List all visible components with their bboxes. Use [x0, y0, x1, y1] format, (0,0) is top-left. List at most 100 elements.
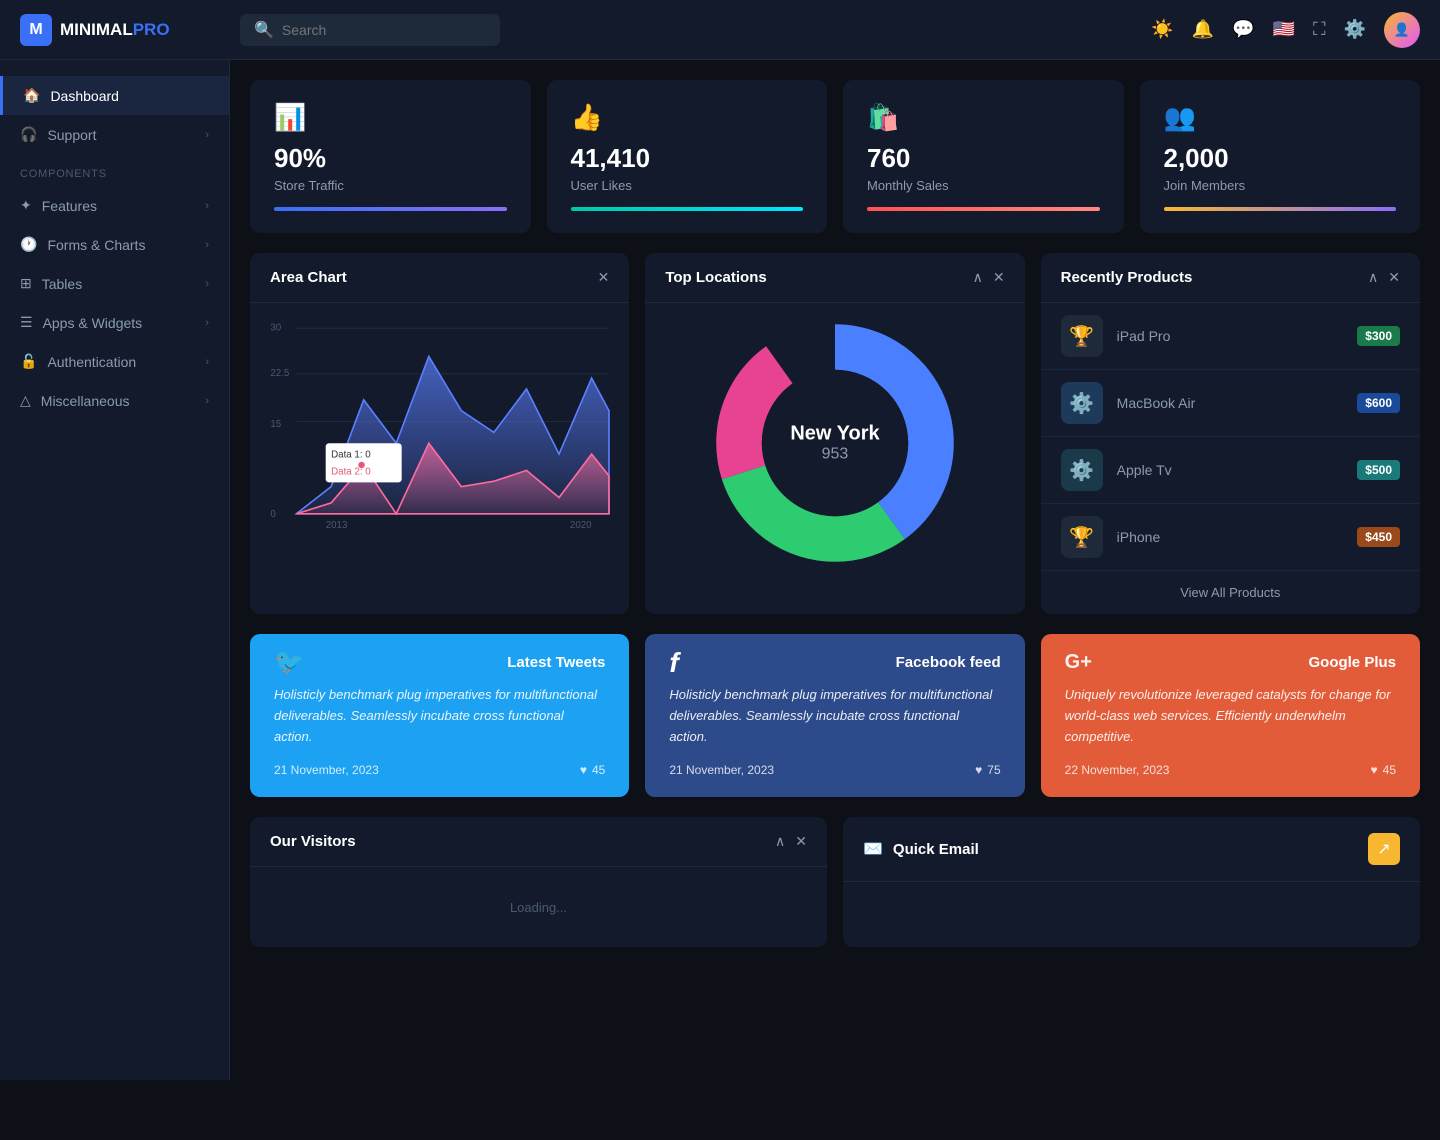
sidebar-item-features[interactable]: ✦ Features ›	[0, 186, 229, 225]
product-price-appletv: $500	[1357, 460, 1400, 480]
stat-card-likes: 👍 41,410 User Likes	[547, 80, 828, 233]
chevron-icon: ›	[205, 239, 209, 251]
heart-icon: ♥	[580, 763, 587, 777]
top-locations-header: Top Locations ∧ ✕	[645, 253, 1024, 303]
sales-icon: 🛍️	[867, 102, 1100, 133]
twitter-date: 21 November, 2023	[274, 763, 379, 777]
facebook-card: f Facebook feed Holisticly benchmark plu…	[645, 634, 1024, 797]
logo-icon: M	[20, 14, 52, 46]
product-img-iphone: 🏆	[1061, 516, 1103, 558]
likes-label: User Likes	[571, 178, 804, 193]
area-chart-header: Area Chart ✕	[250, 253, 629, 303]
products-collapse-btn[interactable]: ∧	[1368, 269, 1378, 286]
product-price-ipad: $300	[1357, 326, 1400, 346]
twitter-likes: ♥ 45	[580, 763, 605, 777]
sidebar-item-authentication[interactable]: 🔓 Authentication ›	[0, 342, 229, 381]
svg-text:Data 2: 0: Data 2: 0	[331, 467, 371, 478]
list-item: ⚙️ MacBook Air $600	[1041, 370, 1420, 437]
google-logo-icon: G+	[1065, 651, 1092, 674]
heart-icon: ♥	[975, 763, 982, 777]
sidebar-components-section: Components	[0, 154, 229, 186]
product-price-macbook: $600	[1357, 393, 1400, 413]
product-img-macbook: ⚙️	[1061, 382, 1103, 424]
envelope-icon: ✉️	[863, 839, 883, 859]
pie-label: New York 953	[790, 423, 879, 464]
avatar[interactable]: 👤	[1384, 12, 1420, 48]
svg-text:2013: 2013	[326, 520, 348, 530]
twitter-logo-icon: 🐦	[274, 648, 304, 677]
stat-card-members: 👥 2,000 Join Members	[1140, 80, 1421, 233]
svg-text:15: 15	[270, 419, 281, 430]
tables-icon: ⊞	[20, 275, 32, 292]
google-header: G+ Google Plus	[1065, 654, 1396, 671]
sidebar-dashboard-label: Dashboard	[50, 88, 119, 104]
sidebar-forms-label: Forms & Charts	[47, 237, 145, 253]
likes-value: 41,410	[571, 143, 804, 174]
search-input[interactable]	[282, 22, 486, 38]
twitter-likes-count: 45	[592, 763, 605, 777]
svg-text:0: 0	[270, 509, 276, 520]
sidebar-item-tables[interactable]: ⊞ Tables ›	[0, 264, 229, 303]
facebook-text: Holisticly benchmark plug imperatives fo…	[669, 685, 1000, 747]
chat-icon[interactable]: 💬	[1232, 19, 1254, 40]
layout: 🏠 Dashboard 🎧 Support › Components ✦ Fea…	[0, 60, 1440, 1080]
top-locations-controls: ∧ ✕	[973, 269, 1005, 286]
likes-icon: 👍	[571, 102, 804, 133]
top-locations-card: Top Locations ∧ ✕	[645, 253, 1024, 614]
list-item: 🏆 iPhone $450	[1041, 504, 1420, 571]
sidebar-item-miscellaneous[interactable]: △ Miscellaneous ›	[0, 381, 229, 420]
search-icon: 🔍	[254, 20, 274, 40]
pie-value: 953	[790, 446, 879, 464]
fullscreen-icon[interactable]: ⛶	[1313, 19, 1326, 40]
area-chart-svg: 30 22.5 15 0	[266, 313, 613, 530]
recently-products-title: Recently Products	[1061, 269, 1193, 286]
view-all-products-btn[interactable]: View All Products	[1041, 571, 1420, 614]
visitors-collapse-btn[interactable]: ∧	[775, 833, 785, 850]
product-name-ipad: iPad Pro	[1117, 328, 1344, 344]
recently-products-header: Recently Products ∧ ✕	[1041, 253, 1420, 303]
logo-text: MINIMALPRO	[60, 20, 170, 40]
svg-text:22.5: 22.5	[270, 368, 290, 379]
facebook-footer: 21 November, 2023 ♥ 75	[669, 763, 1000, 777]
sidebar-item-apps-widgets[interactable]: ☰ Apps & Widgets ›	[0, 303, 229, 342]
products-close-btn[interactable]: ✕	[1388, 269, 1400, 286]
sidebar-item-forms-charts[interactable]: 🕐 Forms & Charts ›	[0, 225, 229, 264]
chevron-icon: ›	[205, 278, 209, 290]
settings-icon[interactable]: ⚙️	[1344, 19, 1366, 40]
google-likes: ♥ 45	[1371, 763, 1396, 777]
svg-text:30: 30	[270, 322, 281, 333]
bell-icon[interactable]: 🔔	[1192, 19, 1214, 40]
stats-row: 📊 90% Store Traffic 👍 41,410 User Likes …	[250, 80, 1420, 233]
search-bar[interactable]: 🔍	[240, 14, 500, 46]
our-visitors-body: Loading...	[250, 867, 827, 947]
google-text: Uniquely revolutionize leveraged catalys…	[1065, 685, 1396, 747]
chevron-icon: ›	[205, 356, 209, 368]
product-price-iphone: $450	[1357, 527, 1400, 547]
top-locations-close-btn[interactable]: ✕	[993, 269, 1005, 286]
list-item: ⚙️ Apple Tv $500	[1041, 437, 1420, 504]
recently-products-controls: ∧ ✕	[1368, 269, 1400, 286]
quick-email-send-btn[interactable]: ↗	[1368, 833, 1400, 865]
navbar: M MINIMALPRO 🔍 ☀️ 🔔 💬 🇺🇸 ⛶ ⚙️ 👤	[0, 0, 1440, 60]
google-date: 22 November, 2023	[1065, 763, 1170, 777]
area-chart-card: Area Chart ✕ 30 22.5 15 0	[250, 253, 629, 614]
sidebar-item-dashboard[interactable]: 🏠 Dashboard	[0, 76, 229, 115]
members-icon: 👥	[1164, 102, 1397, 133]
our-visitors-title: Our Visitors	[270, 833, 356, 850]
stat-card-sales: 🛍️ 760 Monthly Sales	[843, 80, 1124, 233]
area-chart-controls: ✕	[598, 269, 610, 286]
sidebar-item-support[interactable]: 🎧 Support ›	[0, 115, 229, 154]
chevron-icon: ›	[205, 200, 209, 212]
flag-icon[interactable]: 🇺🇸	[1273, 19, 1295, 40]
top-locations-title: Top Locations	[665, 269, 766, 286]
pie-city: New York	[790, 423, 879, 446]
pie-chart: New York 953	[715, 323, 955, 563]
nav-icons: ☀️ 🔔 💬 🇺🇸 ⛶ ⚙️ 👤	[1151, 12, 1420, 48]
likes-bar	[571, 207, 804, 211]
stat-card-traffic: 📊 90% Store Traffic	[250, 80, 531, 233]
theme-toggle-icon[interactable]: ☀️	[1151, 19, 1173, 40]
visitors-close-btn[interactable]: ✕	[795, 833, 807, 850]
area-chart-close-btn[interactable]: ✕	[598, 269, 610, 286]
facebook-likes-count: 75	[987, 763, 1000, 777]
top-locations-collapse-btn[interactable]: ∧	[973, 269, 983, 286]
